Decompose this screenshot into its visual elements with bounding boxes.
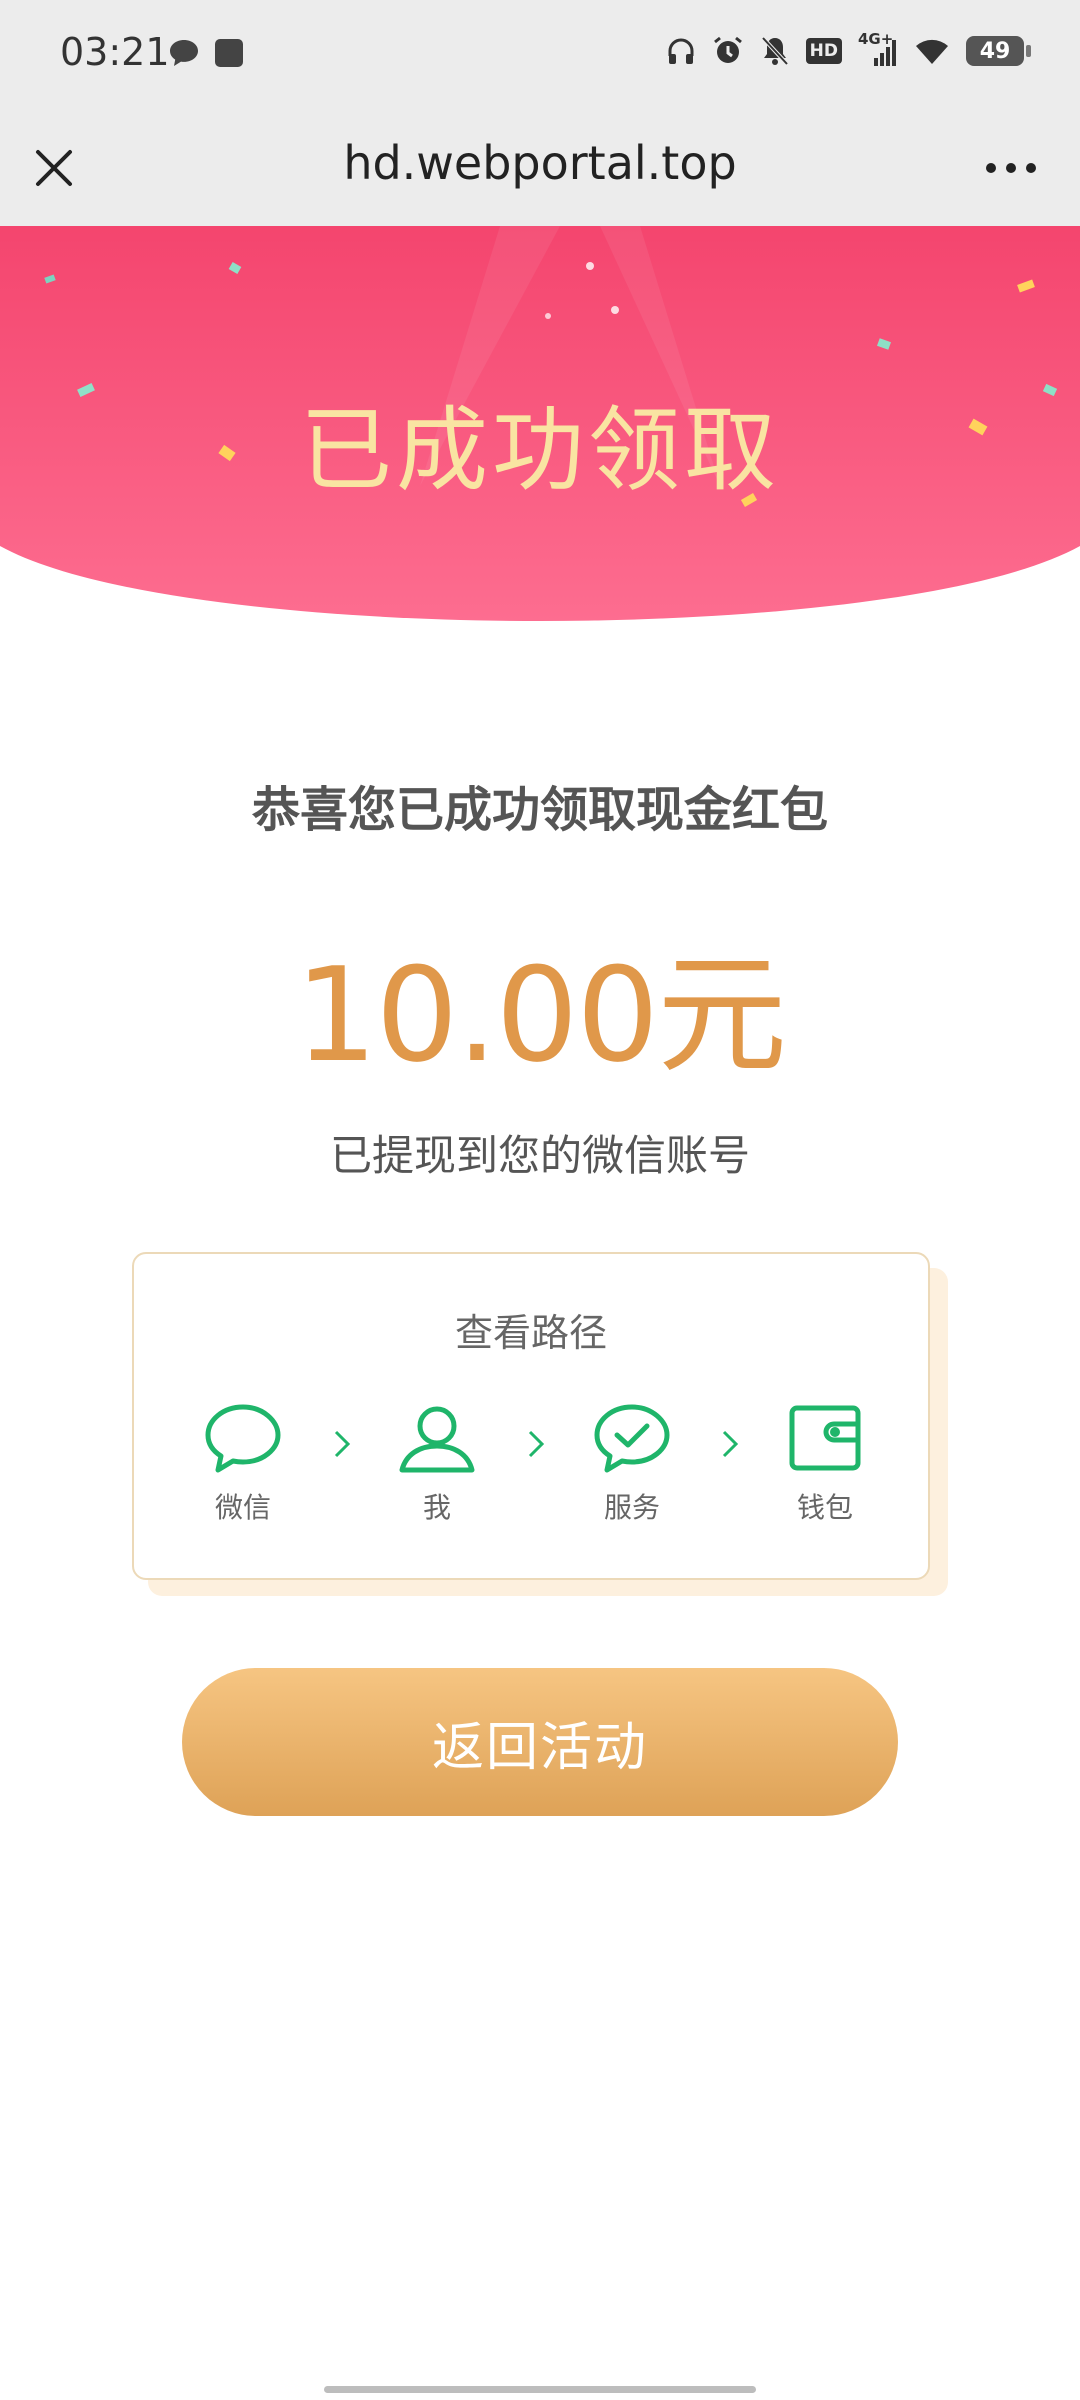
browser-nav-bar: hd.webportal.top <box>0 112 1080 226</box>
battery-icon: 49 <box>966 36 1031 66</box>
path-step-wechat: 微信 <box>178 1402 308 1526</box>
status-left-icons <box>168 38 244 68</box>
page-url-title: hd.webportal.top <box>343 136 737 190</box>
more-button[interactable] <box>978 148 1044 188</box>
alarm-icon <box>713 36 742 63</box>
status-right-icons: HD 4G+ 49 <box>666 30 1031 68</box>
signal-icon: 4G+ <box>858 30 898 68</box>
path-step-me: 我 <box>372 1402 502 1526</box>
withdraw-note: 已提现到您的微信账号 <box>329 1131 750 1180</box>
hd-icon: HD <box>805 38 842 64</box>
path-step-wallet: 钱包 <box>760 1402 890 1526</box>
person-icon <box>399 1406 475 1473</box>
more-icon-dot <box>1026 163 1036 173</box>
return-to-activity-button[interactable]: 返回活动 <box>182 1668 898 1816</box>
banner-title: 已成功领取 <box>299 397 780 504</box>
more-icon-dot <box>1006 163 1016 173</box>
headphones-icon <box>668 38 694 64</box>
path-step-label: 钱包 <box>796 1491 853 1524</box>
message-icon <box>170 40 198 66</box>
check-bubble-icon <box>594 1404 670 1473</box>
path-step-services: 服务 <box>567 1402 697 1526</box>
chevron-right-icon <box>528 1430 545 1458</box>
cash-amount: 10.00元 <box>294 939 787 1091</box>
chevron-right-icon <box>722 1430 739 1458</box>
app-square-icon <box>215 39 243 67</box>
path-card: 查看路径 微信 我 服务 钱包 <box>132 1252 930 1580</box>
more-icon <box>986 163 996 173</box>
congrats-subtitle: 恭喜您已成功领取现金红包 <box>251 782 828 838</box>
path-step-label: 微信 <box>214 1491 271 1524</box>
path-steps: 微信 我 服务 钱包 <box>134 1402 928 1542</box>
path-card-title: 查看路径 <box>454 1311 607 1355</box>
chat-bubble-icon <box>205 1404 281 1473</box>
home-indicator[interactable] <box>324 2386 756 2393</box>
chevron-right-icon <box>334 1430 351 1458</box>
path-step-label: 我 <box>422 1491 451 1524</box>
path-step-label: 服务 <box>603 1491 660 1524</box>
status-bar: 03:21 HD 4G+ 49 <box>0 0 1080 112</box>
mute-bell-icon <box>761 36 789 66</box>
wallet-icon <box>789 1405 861 1471</box>
status-time: 03:21 <box>60 30 170 74</box>
wifi-icon <box>916 39 948 64</box>
success-banner: 已成功领取 <box>0 226 1080 646</box>
